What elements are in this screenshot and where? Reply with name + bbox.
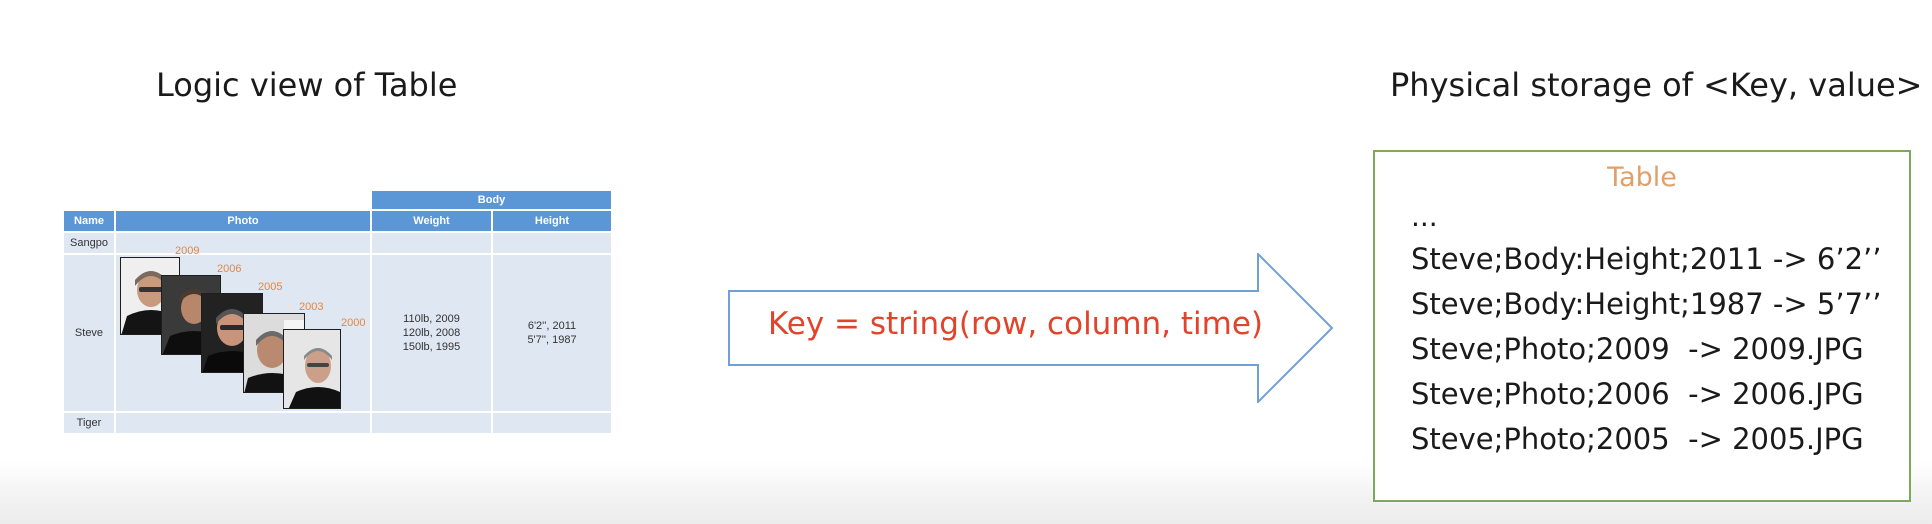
height-value: 6'2'', 2011: [527, 320, 577, 332]
table-cell: [492, 412, 612, 434]
weight-value: 120lb, 2008: [402, 327, 461, 339]
weight-value: 110lb, 2009: [403, 313, 460, 325]
table-cell: [492, 232, 612, 254]
photo-year-label: 2000: [341, 317, 366, 329]
header-photo: Photo: [115, 210, 371, 232]
storage-table-title: Table: [1607, 162, 1677, 193]
steve-height-cell: 6'2'', 2011 5'7'', 1987: [492, 254, 612, 412]
storage-entry: Steve;Photo;2005 -> 2005.JPG: [1411, 422, 1864, 456]
header-body-group: Body: [371, 190, 612, 210]
steve-weight-cell: 110lb, 2009 120lb, 2008 150lb, 1995: [371, 254, 492, 412]
key-formula-label: Key = string(row, column, time): [768, 306, 1264, 342]
storage-entry: Steve;Photo;2006 -> 2006.JPG: [1411, 377, 1864, 411]
storage-ellipsis: ...: [1411, 200, 1438, 233]
photo-stack: 2009 2006 2005 2003 2000: [115, 245, 371, 423]
table-cell: [371, 232, 492, 254]
weight-value: 150lb, 1995: [402, 341, 461, 353]
storage-entry: Steve;Body:Height;2011 -> 6’2’’: [1411, 242, 1882, 276]
logic-view-title: Logic view of Table: [156, 66, 458, 104]
row-name-sangpo: Sangpo: [63, 232, 115, 254]
row-name-steve: Steve: [63, 254, 115, 412]
height-value: 5'7'', 1987: [527, 334, 577, 346]
header-height: Height: [492, 210, 612, 232]
photo-year-label: 2006: [217, 263, 242, 275]
storage-table-box: Table ... Steve;Body:Height;2011 -> 6’2’…: [1373, 150, 1911, 502]
storage-entry: Steve;Body:Height;1987 -> 5’7’’: [1411, 287, 1882, 321]
physical-storage-title: Physical storage of <Key, value>: [1390, 66, 1923, 104]
storage-entry: Steve;Photo;2009 -> 2009.JPG: [1411, 332, 1864, 366]
header-name: Name: [63, 210, 115, 232]
row-name-tiger: Tiger: [63, 412, 115, 434]
photo-year-label: 2009: [175, 245, 200, 257]
header-weight: Weight: [371, 210, 492, 232]
photo-year-label: 2005: [258, 281, 283, 293]
table-cell: [115, 232, 371, 254]
photo-year-label: 2003: [299, 301, 324, 313]
table-cell: [371, 412, 492, 434]
portrait-photo-icon: [283, 329, 341, 409]
logic-table: Body Name Photo Weight Height Sangpo Ste…: [63, 190, 613, 434]
